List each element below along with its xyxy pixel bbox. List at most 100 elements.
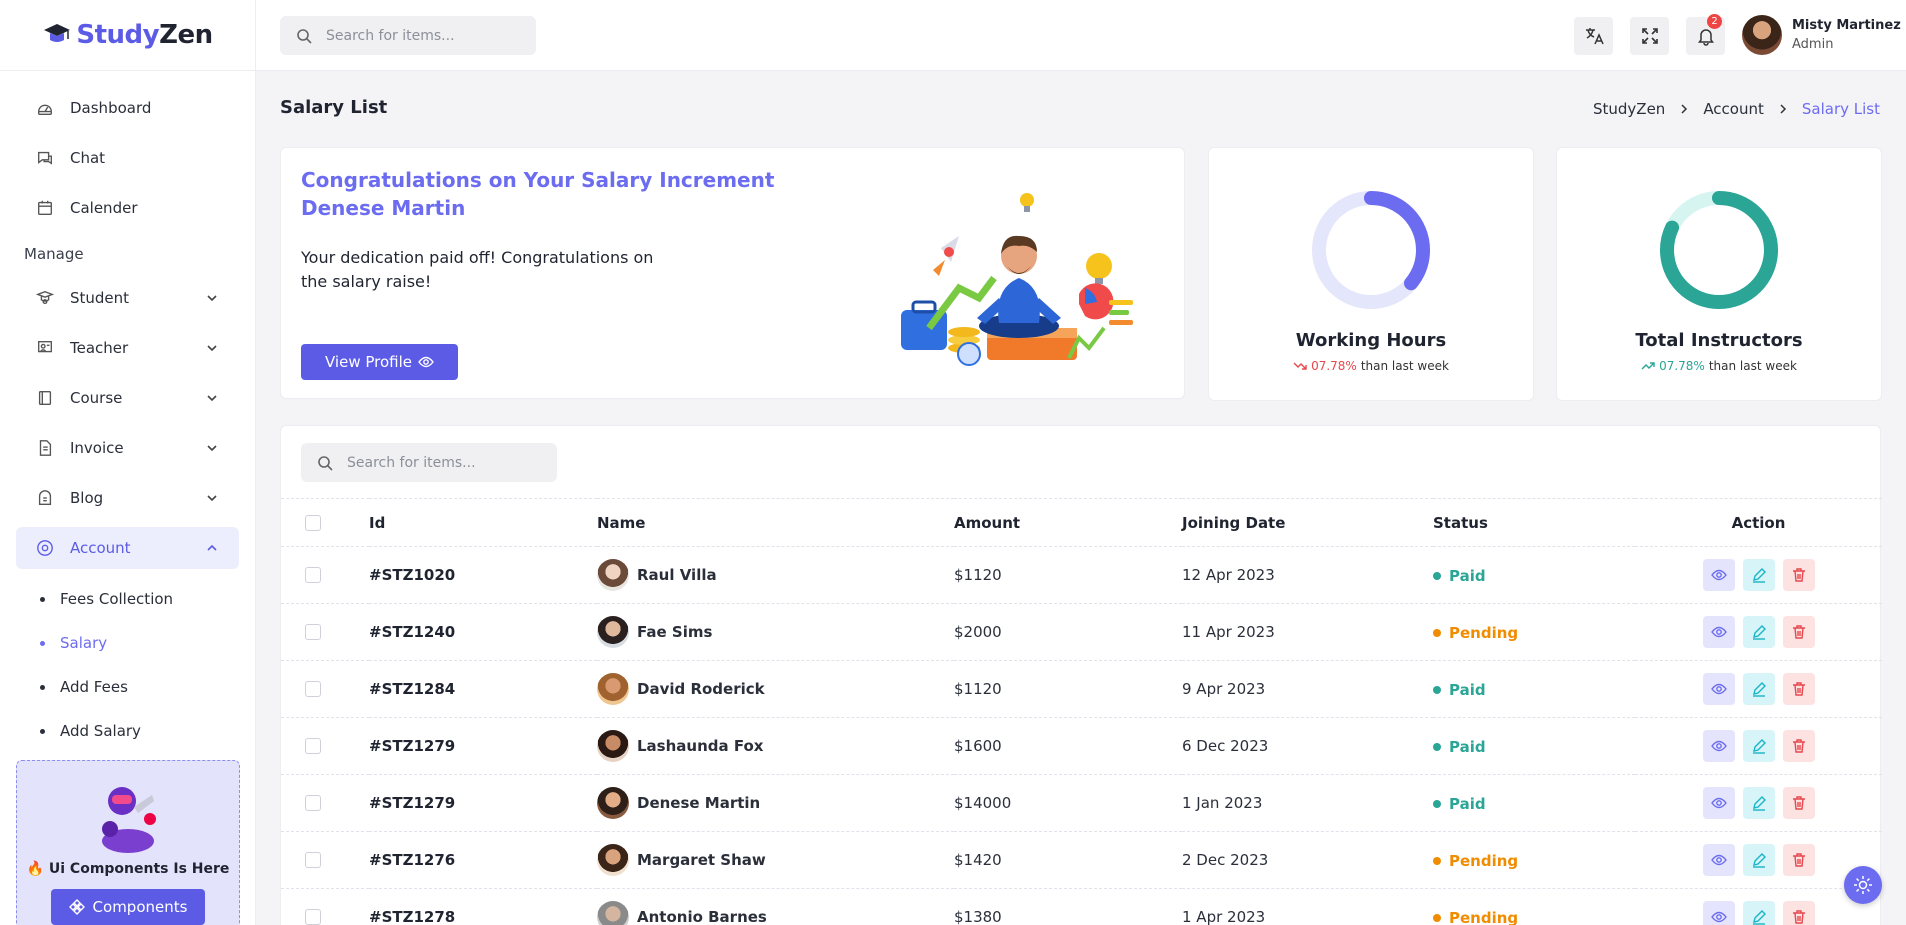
sidebar-item-chat[interactable]: Chat: [16, 137, 239, 179]
delete-button[interactable]: [1782, 730, 1815, 762]
select-all-checkbox[interactable]: [305, 514, 321, 531]
edit-button[interactable]: [1742, 901, 1775, 925]
view-profile-button[interactable]: View Profile: [301, 344, 459, 380]
row-checkbox[interactable]: [305, 567, 321, 583]
sidebar-item-dashboard[interactable]: Dashboard: [16, 87, 239, 129]
edit-icon: [1752, 910, 1766, 925]
name-cell: Antonio Barnes: [597, 901, 954, 925]
edit-button[interactable]: [1742, 616, 1775, 648]
row-checkbox[interactable]: [305, 738, 321, 754]
table-row[interactable]: #STZ1278 Antonio Barnes $1380 1 Apr 2023 Pen…: [281, 888, 1882, 925]
stat-title: Working Hours: [1295, 330, 1447, 351]
cell-status: Paid: [1433, 774, 1635, 832]
view-button[interactable]: [1702, 559, 1735, 591]
avatar: [1742, 15, 1782, 55]
view-button[interactable]: [1702, 844, 1735, 876]
edit-icon: [1752, 853, 1766, 868]
calendar-icon: [38, 200, 52, 215]
table-row[interactable]: #STZ1279 Lashaunda Fox $1600 6 Dec 2023 Paid: [281, 717, 1882, 775]
view-button[interactable]: [1702, 787, 1735, 819]
sidebar-item-course[interactable]: Course: [16, 377, 239, 419]
sidebar-item-calender[interactable]: Calender: [16, 187, 239, 229]
edit-button[interactable]: [1742, 787, 1775, 819]
top-search-input[interactable]: [326, 27, 526, 44]
trash-icon: [1792, 568, 1805, 582]
sidebar-item-account[interactable]: Account: [16, 527, 239, 569]
employee-name: Fae Sims: [637, 623, 713, 641]
sidebar-item-teacher[interactable]: Teacher: [16, 327, 239, 369]
theme-settings-button[interactable]: [1844, 866, 1882, 904]
top-search-box[interactable]: [280, 16, 536, 55]
delete-button[interactable]: [1782, 559, 1815, 591]
table-search-box[interactable]: [301, 443, 557, 482]
delete-button[interactable]: [1782, 844, 1815, 876]
view-button[interactable]: [1702, 730, 1735, 762]
congrats-card: Congratulations on Your Salary Increment…: [280, 147, 1185, 399]
components-icon: [68, 899, 85, 915]
submenu-item-salary[interactable]: Salary: [38, 621, 255, 665]
header-id[interactable]: Id: [369, 498, 597, 547]
salary-table-card: Id Name Amount Joining Date Status Actio…: [280, 425, 1882, 925]
sidebar-item-blog[interactable]: Blog: [16, 477, 239, 519]
view-button[interactable]: [1702, 901, 1735, 925]
header-status[interactable]: Status: [1433, 498, 1635, 547]
translate-button[interactable]: [1574, 17, 1613, 55]
notifications-button[interactable]: 2: [1686, 14, 1725, 55]
edit-icon: [1752, 625, 1766, 640]
sidebar-item-student[interactable]: Student: [16, 277, 239, 319]
account-icon: [37, 540, 53, 556]
sidebar-item-invoice[interactable]: Invoice: [16, 427, 239, 469]
status-dot: [1433, 856, 1441, 865]
cell-name: Raul Villa: [597, 546, 954, 604]
status-dot: [1433, 913, 1441, 922]
view-button[interactable]: [1702, 616, 1735, 648]
eye-icon: [1710, 797, 1727, 809]
header-amount[interactable]: Amount: [954, 498, 1182, 547]
header-joining-date[interactable]: Joining Date: [1182, 498, 1433, 547]
chevron-right-icon: [1681, 104, 1688, 114]
table-row[interactable]: #STZ1284 David Roderick $1120 9 Apr 2023 Pai…: [281, 660, 1882, 718]
sidebar-item-label: Invoice: [70, 439, 124, 457]
breadcrumb-item[interactable]: Account: [1703, 100, 1764, 118]
header-name[interactable]: Name: [597, 498, 954, 547]
delete-button[interactable]: [1782, 673, 1815, 705]
table-row[interactable]: #STZ1276 Margaret Shaw $1420 2 Dec 2023 Pend…: [281, 831, 1882, 889]
table-row[interactable]: #STZ1279 Denese Martin $14000 1 Jan 2023 Pai…: [281, 774, 1882, 832]
edit-button[interactable]: [1742, 673, 1775, 705]
cell-id: #STZ1279: [369, 717, 597, 775]
fullscreen-button[interactable]: [1630, 17, 1669, 55]
fullscreen-icon: [1641, 28, 1658, 44]
sidebar-item-label: Dashboard: [70, 99, 152, 117]
eye-icon: [1710, 683, 1727, 695]
table-search-input[interactable]: [347, 454, 547, 471]
submenu-item-add-salary[interactable]: Add Salary: [38, 709, 255, 753]
brand-name: StudyZen: [76, 20, 213, 50]
row-checkbox[interactable]: [305, 795, 321, 811]
total-instructors-card: Total Instructors 07.78% than last week: [1556, 147, 1882, 401]
view-button[interactable]: [1702, 673, 1735, 705]
table-row[interactable]: #STZ1240 Fae Sims $2000 11 Apr 2023 Pending: [281, 603, 1882, 661]
components-button[interactable]: Components: [50, 889, 206, 925]
delete-button[interactable]: [1782, 787, 1815, 819]
cell-status: Pending: [1433, 831, 1635, 889]
brand-logo[interactable]: StudyZen: [0, 0, 255, 71]
cell-status: Paid: [1433, 546, 1635, 604]
row-checkbox[interactable]: [305, 681, 321, 697]
edit-button[interactable]: [1742, 559, 1775, 591]
row-checkbox[interactable]: [305, 852, 321, 868]
row-checkbox[interactable]: [305, 624, 321, 640]
user-menu[interactable]: Misty Martinez Admin: [1742, 15, 1901, 55]
delete-button[interactable]: [1782, 901, 1815, 925]
breadcrumb-item[interactable]: StudyZen: [1593, 100, 1665, 118]
status-text: Pending: [1449, 623, 1519, 642]
trash-icon: [1792, 682, 1805, 696]
status-dot: [1433, 742, 1441, 751]
edit-button[interactable]: [1742, 844, 1775, 876]
submenu-item-fees-collection[interactable]: Fees Collection: [38, 577, 255, 621]
table-row[interactable]: #STZ1020 Raul Villa $1120 12 Apr 2023 Paid: [281, 546, 1882, 604]
submenu-item-add-fees[interactable]: Add Fees: [38, 665, 255, 709]
edit-button[interactable]: [1742, 730, 1775, 762]
eye-icon: [1710, 626, 1727, 638]
row-checkbox[interactable]: [305, 909, 321, 925]
delete-button[interactable]: [1782, 616, 1815, 648]
